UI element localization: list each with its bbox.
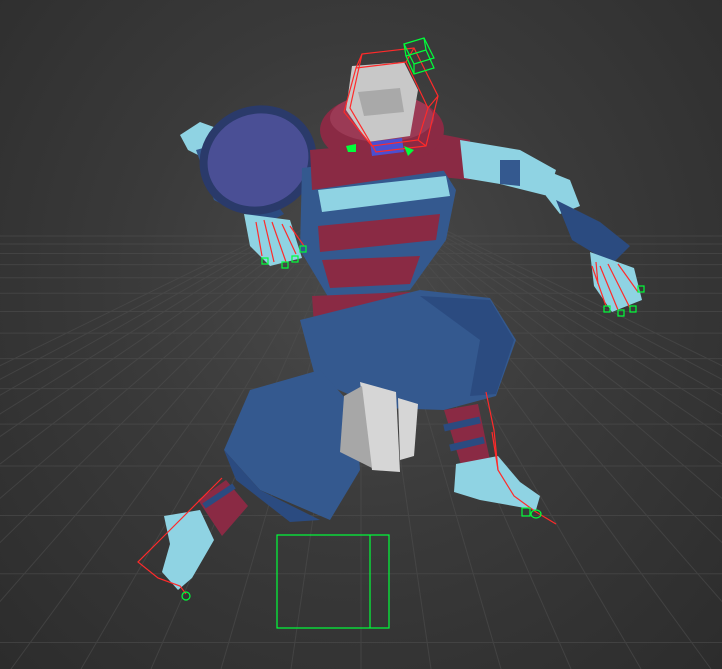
right-leg-stripes — [444, 404, 490, 468]
character-model[interactable] — [162, 62, 642, 590]
head-face-shade — [358, 88, 404, 116]
right-arm[interactable] — [430, 132, 642, 312]
left-foot — [162, 510, 214, 590]
3d-viewport[interactable] — [0, 0, 722, 669]
scene-canvas[interactable] — [0, 0, 722, 669]
right-arm-band — [500, 160, 520, 186]
pouch-tab — [398, 398, 418, 460]
torso-stripe-3 — [322, 256, 420, 288]
robe-skirt — [224, 370, 360, 520]
root-control[interactable] — [276, 534, 390, 629]
